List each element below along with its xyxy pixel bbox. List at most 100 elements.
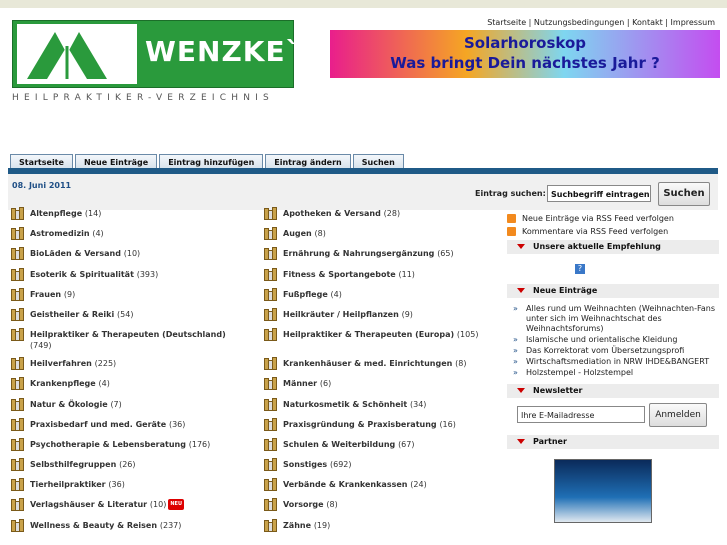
category-name[interactable]: Heilverfahren: [30, 359, 92, 368]
new-entry-item[interactable]: Alles rund um Weihnachten (Weihnachten-F…: [507, 304, 719, 334]
category-label[interactable]: Selbsthilfegruppen (26): [30, 459, 136, 470]
category-item[interactable]: Apotheken & Versand (28): [263, 207, 503, 228]
category-name[interactable]: Wellness & Beauty & Reisen: [30, 521, 157, 530]
category-name[interactable]: Ernährung & Nahrungsergänzung: [283, 249, 434, 258]
category-name[interactable]: Verlagshäuser & Literatur: [30, 500, 147, 509]
category-item[interactable]: Praxisgründung & Praxisberatung (16): [263, 417, 503, 439]
category-label[interactable]: Wellness & Beauty & Reisen (237): [30, 520, 181, 531]
category-name[interactable]: Geistheiler & Reiki: [30, 310, 114, 319]
category-name[interactable]: Heilpraktiker & Therapeuten (Europa): [283, 330, 454, 339]
category-label[interactable]: BioLäden & Versand (10): [30, 248, 140, 259]
category-label[interactable]: Schulen & Weiterbildung (67): [283, 439, 414, 450]
category-label[interactable]: Heilpraktiker & Therapeuten (Deutschland…: [30, 329, 250, 351]
category-item[interactable]: Naturkosmetik & Schönheit (34): [263, 397, 503, 419]
category-item[interactable]: Natur & Ökologie (7): [10, 397, 250, 419]
rss-entries-link[interactable]: Neue Einträge via RSS Feed verfolgen: [507, 214, 719, 223]
category-name[interactable]: Altenpflege: [30, 209, 82, 218]
category-name[interactable]: Vorsorge: [283, 500, 324, 509]
category-item[interactable]: Heilpraktiker & Therapeuten (Europa) (10…: [263, 328, 503, 358]
category-name[interactable]: Zähne: [283, 521, 311, 530]
category-name[interactable]: Männer: [283, 379, 317, 388]
category-label[interactable]: Apotheken & Versand (28): [283, 208, 400, 219]
category-item[interactable]: Frauen (9): [10, 287, 250, 309]
ad-banner[interactable]: Solarhoroskop Was bringt Dein nächstes J…: [330, 30, 720, 78]
category-item[interactable]: Geistheiler & Reiki (54): [10, 307, 250, 329]
category-item[interactable]: Fußpflege (4): [263, 287, 503, 309]
category-label[interactable]: Frauen (9): [30, 289, 75, 300]
category-name[interactable]: Praxisbedarf und med. Geräte: [30, 420, 166, 429]
category-label[interactable]: Heilkräuter / Heilpflanzen (9): [283, 309, 413, 320]
category-label[interactable]: Esoterik & Spiritualität (393): [30, 269, 158, 280]
category-item[interactable]: Verlagshäuser & Literatur (10) NEU: [10, 498, 250, 519]
category-item[interactable]: Verbände & Krankenkassen (24): [263, 478, 503, 499]
category-name[interactable]: Krankenpflege: [30, 379, 96, 388]
category-name[interactable]: Heilkräuter / Heilpflanzen: [283, 310, 399, 319]
category-label[interactable]: Zähne (19): [283, 520, 330, 531]
subscribe-button[interactable]: Anmelden: [649, 403, 707, 427]
category-label[interactable]: Astromedizin (4): [30, 228, 104, 239]
category-label[interactable]: Männer (6): [283, 378, 331, 389]
category-name[interactable]: Verbände & Krankenkassen: [283, 480, 407, 489]
category-item[interactable]: Krankenpflege (4): [10, 377, 250, 398]
category-item[interactable]: Heilpraktiker & Therapeuten (Deutschland…: [10, 328, 250, 358]
category-label[interactable]: Ernährung & Nahrungsergänzung (65): [283, 248, 454, 259]
category-name[interactable]: Naturkosmetik & Schönheit: [283, 400, 407, 409]
category-name[interactable]: Praxisgründung & Praxisberatung: [283, 420, 437, 429]
category-label[interactable]: Geistheiler & Reiki (54): [30, 309, 133, 320]
category-label[interactable]: Praxisbedarf und med. Geräte (36): [30, 419, 185, 430]
category-item[interactable]: Vorsorge (8): [263, 498, 503, 519]
category-item[interactable]: Schulen & Weiterbildung (67): [263, 437, 503, 459]
category-item[interactable]: Männer (6): [263, 377, 503, 398]
category-item[interactable]: Selbsthilfegruppen (26): [10, 458, 250, 479]
category-label[interactable]: Praxisgründung & Praxisberatung (16): [283, 419, 456, 430]
category-name[interactable]: Fußpflege: [283, 290, 328, 299]
category-name[interactable]: Augen: [283, 229, 312, 238]
category-item[interactable]: Fitness & Sportangebote (11): [263, 267, 503, 289]
category-item[interactable]: Zähne (19): [263, 518, 503, 540]
category-name[interactable]: Psychotherapie & Lebensberatung: [30, 440, 186, 449]
category-label[interactable]: Naturkosmetik & Schönheit (34): [283, 399, 426, 410]
category-item[interactable]: Krankenhäuser & med. Einrichtungen (8): [263, 357, 503, 378]
category-item[interactable]: Heilkräuter / Heilpflanzen (9): [263, 307, 503, 329]
category-name[interactable]: Esoterik & Spiritualität: [30, 270, 134, 279]
category-name[interactable]: Astromedizin: [30, 229, 90, 238]
search-input[interactable]: Suchbegriff eintragen: [547, 185, 651, 202]
category-label[interactable]: Sonstiges (692): [283, 459, 352, 470]
category-item[interactable]: Heilverfahren (225): [10, 357, 250, 378]
category-item[interactable]: Astromedizin (4): [10, 227, 250, 248]
search-button[interactable]: Suchen: [658, 182, 710, 206]
category-name[interactable]: Natur & Ökologie: [30, 400, 108, 409]
category-item[interactable]: Ernährung & Nahrungsergänzung (65): [263, 247, 503, 268]
category-label[interactable]: Heilverfahren (225): [30, 358, 116, 369]
category-item[interactable]: Esoterik & Spiritualität (393): [10, 267, 250, 289]
category-item[interactable]: Psychotherapie & Lebensberatung (176): [10, 437, 250, 459]
top-links[interactable]: Startseite | Nutzungsbedingungen | Konta…: [487, 18, 715, 27]
category-item[interactable]: BioLäden & Versand (10): [10, 247, 250, 268]
category-label[interactable]: Krankenpflege (4): [30, 378, 110, 389]
category-item[interactable]: Augen (8): [263, 227, 503, 248]
site-logo[interactable]: WENZKE`S HEILPRAKTIKER-VERZEICHNIS: [12, 20, 321, 103]
category-label[interactable]: Verbände & Krankenkassen (24): [283, 479, 427, 490]
category-name[interactable]: Schulen & Weiterbildung: [283, 440, 395, 449]
category-name[interactable]: Apotheken & Versand: [283, 209, 381, 218]
category-name[interactable]: Heilpraktiker & Therapeuten (Deutschland…: [30, 330, 226, 339]
category-item[interactable]: Sonstiges (692): [263, 458, 503, 479]
category-item[interactable]: Altenpflege (14): [10, 207, 250, 228]
category-label[interactable]: Vorsorge (8): [283, 499, 338, 510]
rss-comments-label[interactable]: Kommentare via RSS Feed verfolgen: [522, 227, 668, 236]
new-entry-item[interactable]: Wirtschaftsmediation in NRW IHDE&BANGERT: [507, 357, 719, 367]
category-label[interactable]: Psychotherapie & Lebensberatung (176): [30, 439, 210, 450]
category-name[interactable]: Fitness & Sportangebote: [283, 270, 396, 279]
category-label[interactable]: Fußpflege (4): [283, 289, 342, 300]
category-name[interactable]: BioLäden & Versand: [30, 249, 121, 258]
category-label[interactable]: Tierheilpraktiker (36): [30, 479, 125, 490]
category-label[interactable]: Altenpflege (14): [30, 208, 101, 219]
new-entry-item[interactable]: Islamische und orientalische Kleidung: [507, 335, 719, 345]
category-label[interactable]: Verlagshäuser & Literatur (10) NEU: [30, 499, 185, 511]
category-label[interactable]: Augen (8): [283, 228, 326, 239]
rss-entries-label[interactable]: Neue Einträge via RSS Feed verfolgen: [522, 214, 674, 223]
category-item[interactable]: Praxisbedarf und med. Geräte (36): [10, 417, 250, 439]
category-label[interactable]: Krankenhäuser & med. Einrichtungen (8): [283, 358, 466, 369]
email-field[interactable]: Ihre E-Mailadresse: [517, 406, 645, 423]
category-label[interactable]: Natur & Ökologie (7): [30, 399, 122, 410]
